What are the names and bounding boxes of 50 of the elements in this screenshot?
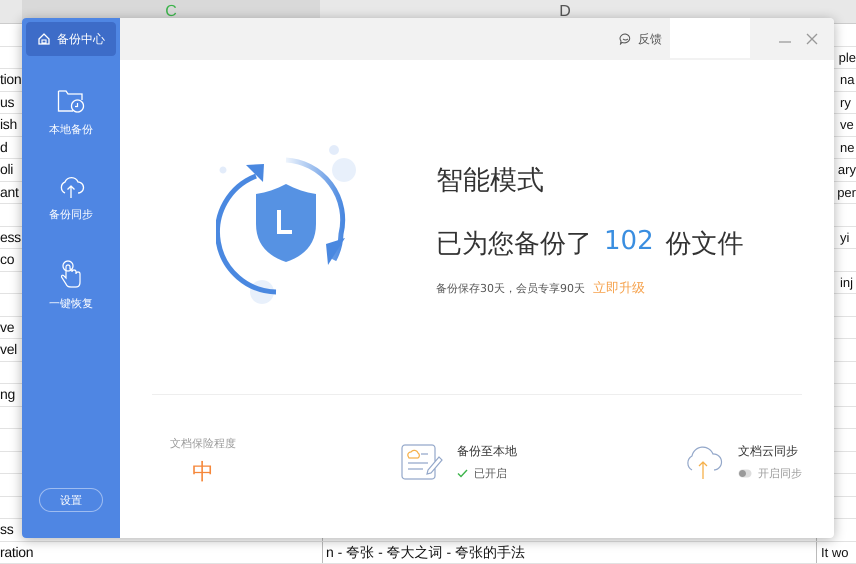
mode-title: 智能模式 xyxy=(436,164,545,198)
backup-summary-text: 份文件 xyxy=(666,228,744,260)
protection-level: 中 xyxy=(192,459,214,487)
table-cell-text: ng xyxy=(0,385,15,404)
table-cell: ne xyxy=(840,140,854,154)
upgrade-link[interactable]: 立即升级 xyxy=(593,278,645,296)
folder-clock-icon xyxy=(57,88,85,114)
table-cell-text: us xyxy=(0,92,14,112)
check-icon xyxy=(457,468,468,478)
home-icon xyxy=(37,32,51,46)
retention-note: 备份保存30天，会员专享90天 xyxy=(436,280,585,296)
close-icon[interactable] xyxy=(806,33,818,45)
feature-status: 开启同步 xyxy=(738,466,802,480)
table-cell-text: ss xyxy=(0,520,14,539)
table-cell-text: ish xyxy=(0,115,17,134)
table-cell-text: vel xyxy=(0,340,17,359)
table-cell-text: ve xyxy=(0,318,14,336)
table-cell: yi xyxy=(840,230,850,244)
table-cell-text: oli xyxy=(0,160,14,179)
table-cell: ve xyxy=(840,117,854,132)
sidebar-item[interactable]: 本地备份 xyxy=(45,86,97,139)
table-cell-text: ess xyxy=(0,228,21,246)
backup-count: 102 xyxy=(604,226,654,258)
table-cell: per xyxy=(837,184,856,200)
chat-icon xyxy=(619,33,632,45)
settings-button[interactable]: 设置 xyxy=(39,488,103,512)
backup-summary-text: 已为您备份了 xyxy=(436,228,592,260)
document-edit-icon xyxy=(401,444,443,480)
sidebar-header[interactable]: 备份中心 xyxy=(26,22,116,56)
table-cell: inj xyxy=(840,274,854,290)
table-cell: ry xyxy=(840,94,851,110)
table-cell-text: tion xyxy=(0,70,22,89)
protection-label: 文档保险程度 xyxy=(170,436,236,451)
feature-title: 文档云同步 xyxy=(738,442,799,460)
table-cell-text: ration xyxy=(0,542,34,562)
column-header: D xyxy=(558,2,572,22)
table-cell-text: ant xyxy=(0,182,19,202)
feature-title: 备份至本地 xyxy=(457,442,517,460)
table-cell: n - 夸张 - 夸大之词 - 夸张的手法 xyxy=(326,544,526,560)
feedback-button[interactable]: 反馈 xyxy=(619,30,662,48)
sidebar-item[interactable]: 一键恢复 xyxy=(45,258,97,313)
sidebar-item[interactable]: 备份同步 xyxy=(45,173,97,224)
table-cell: It wo xyxy=(821,544,848,560)
table-cell-text: d xyxy=(0,138,8,156)
table-cell: ary xyxy=(838,162,856,177)
toggle-icon xyxy=(738,468,752,478)
feature-status: 已开启 xyxy=(457,466,517,480)
table-cell-text: co xyxy=(0,250,14,269)
table-cell: na xyxy=(840,72,854,87)
table-cell: ple xyxy=(838,50,856,64)
